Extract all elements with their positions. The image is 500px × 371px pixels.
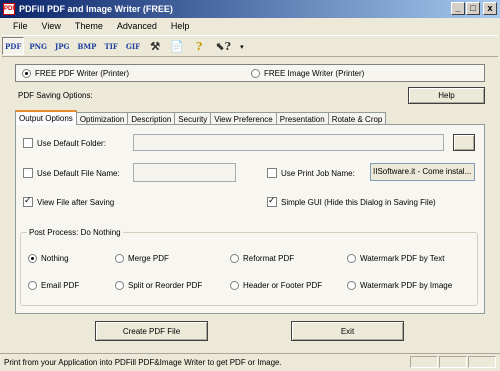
format-pdf-button[interactable]: PDF (2, 37, 25, 55)
post-process-watermark-image-dot[interactable] (347, 281, 356, 290)
tab-output-options[interactable]: Output Options (15, 110, 77, 125)
menu-advanced[interactable]: Advanced (110, 21, 164, 31)
format-png-button[interactable]: PNG (26, 37, 50, 55)
menu-help[interactable]: Help (164, 21, 197, 31)
post-process-label: Post Process: Do Nothing (27, 228, 123, 237)
use-default-folder-checkbox[interactable]: Use Default Folder: (23, 138, 106, 148)
post-process-header-footer-radio[interactable]: Header or Footer PDF (230, 281, 322, 290)
format-tif-button[interactable]: TIF (101, 37, 120, 55)
use-default-file-name-label: Use Default File Name: (37, 168, 120, 178)
post-process-reformat-label: Reformat PDF (243, 254, 295, 263)
post-process-email-dot[interactable] (28, 281, 37, 290)
toolbar-overflow-chevron-icon[interactable]: ▾ (237, 37, 247, 55)
simple-gui-box[interactable] (267, 195, 277, 207)
post-process-merge-label: Merge PDF (128, 254, 169, 263)
default-file-name-input[interactable] (133, 163, 236, 182)
create-pdf-file-button[interactable]: Create PDF File (95, 321, 208, 341)
use-default-file-name-box[interactable] (23, 168, 33, 178)
format-gif-button[interactable]: GIF (123, 37, 143, 55)
status-text: Print from your Application into PDFill … (4, 358, 282, 367)
toolbar: PDF PNG JPG BMP TIF GIF ⚒ 📄 ? ⬉? ▾ (2, 35, 498, 57)
post-process-watermark-text-radio[interactable]: Watermark PDF by Text (347, 254, 444, 263)
pdf-writer-radio-dot[interactable] (22, 69, 31, 78)
print-job-name-field: IISoftware.it - Come instal... (370, 163, 475, 181)
use-default-folder-box[interactable] (23, 138, 33, 148)
menu-view[interactable]: View (35, 21, 68, 31)
status-pane-2 (439, 356, 467, 368)
help-button[interactable]: Help (408, 87, 485, 104)
menu-bar: File View Theme Advanced Help (0, 18, 500, 34)
post-process-email-radio[interactable]: Email PDF (28, 281, 79, 290)
pdf-writer-radio[interactable]: FREE PDF Writer (Printer) (22, 69, 129, 78)
help-question-icon[interactable]: ? (189, 37, 209, 55)
post-process-merge-dot[interactable] (115, 254, 124, 263)
post-process-nothing-label: Nothing (41, 254, 69, 263)
use-default-folder-label: Use Default Folder: (37, 138, 106, 148)
image-writer-radio-dot[interactable] (251, 69, 260, 78)
minimize-button[interactable]: _ (451, 2, 465, 15)
options-tabs: Output Options Optimization Description … (15, 110, 387, 125)
close-button[interactable]: x (483, 2, 497, 15)
post-process-reformat-radio[interactable]: Reformat PDF (230, 254, 294, 263)
browse-folder-button[interactable] (453, 134, 475, 151)
post-process-header-footer-dot[interactable] (230, 281, 239, 290)
image-writer-radio[interactable]: FREE Image Writer (Printer) (251, 69, 364, 78)
whats-this-icon[interactable]: ⬉? (211, 37, 235, 55)
post-process-watermark-text-label: Watermark PDF by Text (360, 254, 445, 263)
status-pane-1 (410, 356, 438, 368)
post-process-nothing-radio[interactable]: Nothing (28, 254, 69, 263)
post-process-split-dot[interactable] (115, 281, 124, 290)
maximize-button[interactable]: □ (466, 2, 480, 15)
window-title: PDFill PDF and Image Writer (FREE) (19, 4, 173, 14)
post-process-split-label: Split or Reorder PDF (128, 281, 203, 290)
post-process-email-label: Email PDF (41, 281, 80, 290)
use-print-job-name-box[interactable] (267, 168, 277, 178)
format-jpg-button[interactable]: JPG (52, 37, 73, 55)
post-process-reformat-dot[interactable] (230, 254, 239, 263)
use-print-job-name-checkbox[interactable]: Use Print Job Name: (267, 168, 355, 178)
exit-button[interactable]: Exit (291, 321, 404, 341)
saving-options-label: PDF Saving Options: (18, 91, 93, 100)
pdfill-app-icon: PDF (3, 3, 16, 15)
post-process-header-footer-label: Header or Footer PDF (243, 281, 323, 290)
view-file-after-saving-checkbox[interactable]: View File after Saving (23, 195, 115, 207)
default-folder-input[interactable] (133, 134, 444, 151)
use-default-file-name-checkbox[interactable]: Use Default File Name: (23, 168, 120, 178)
document-icon[interactable]: 📄 (167, 37, 187, 55)
simple-gui-checkbox[interactable]: Simple GUI (Hide this Dialog in Saving F… (267, 195, 436, 207)
menu-file[interactable]: File (6, 21, 35, 31)
title-bar: PDF PDFill PDF and Image Writer (FREE) _… (0, 0, 500, 18)
post-process-watermark-image-label: Watermark PDF by Image (360, 281, 453, 290)
view-file-after-saving-box[interactable] (23, 195, 33, 207)
post-process-split-radio[interactable]: Split or Reorder PDF (115, 281, 202, 290)
use-print-job-name-label: Use Print Job Name: (281, 168, 355, 178)
post-process-watermark-image-radio[interactable]: Watermark PDF by Image (347, 281, 452, 290)
image-writer-label: FREE Image Writer (Printer) (264, 69, 365, 78)
post-process-merge-radio[interactable]: Merge PDF (115, 254, 169, 263)
status-pane-3 (468, 356, 496, 368)
view-file-after-saving-label: View File after Saving (37, 197, 115, 207)
post-process-watermark-text-dot[interactable] (347, 254, 356, 263)
post-process-nothing-dot[interactable] (28, 254, 37, 263)
tools-icon[interactable]: ⚒ (145, 37, 165, 55)
format-bmp-button[interactable]: BMP (75, 37, 100, 55)
post-process-group (20, 232, 478, 306)
menu-theme[interactable]: Theme (68, 21, 110, 31)
pdf-writer-label: FREE PDF Writer (Printer) (35, 69, 130, 78)
simple-gui-label: Simple GUI (Hide this Dialog in Saving F… (281, 197, 436, 207)
